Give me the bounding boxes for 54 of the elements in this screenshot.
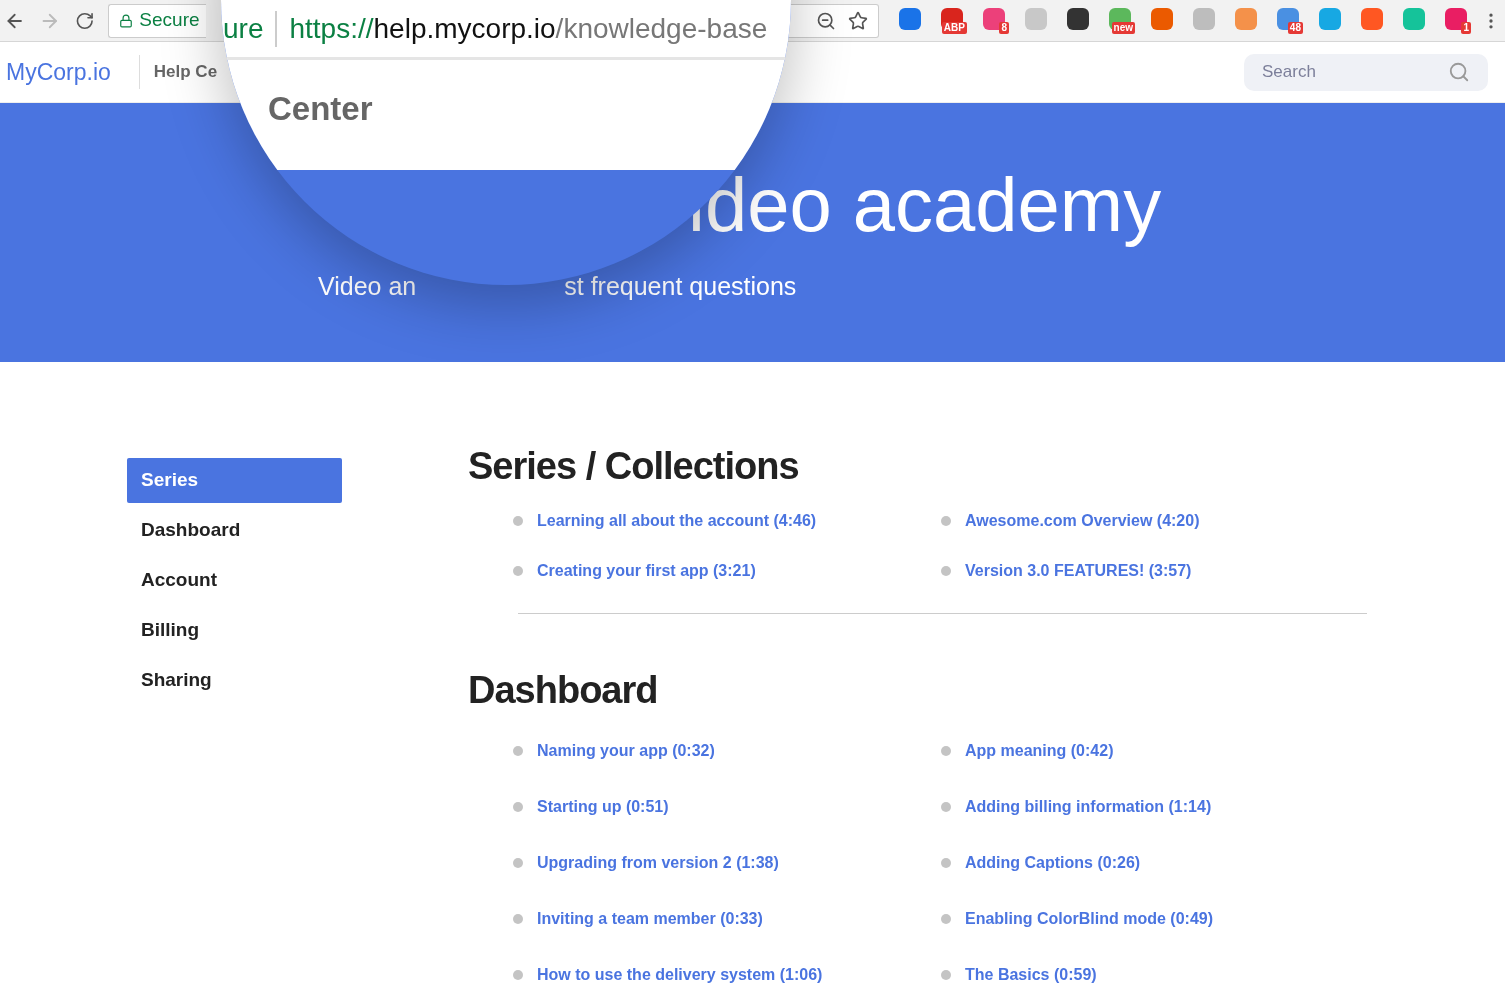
reload-icon[interactable]: [74, 10, 95, 31]
section-title[interactable]: Help Ce: [153, 59, 218, 85]
video-link[interactable]: Enabling ColorBlind mode (0:49): [965, 907, 1213, 931]
extension-icon[interactable]: [1067, 7, 1089, 30]
logo[interactable]: MyCorp.io: [0, 54, 139, 90]
sidebar-item[interactable]: Dashboard: [127, 508, 342, 553]
bullet-icon: [941, 970, 951, 980]
extension-badge: 1: [1461, 21, 1471, 34]
video-link[interactable]: Naming your app (0:32): [537, 739, 715, 763]
bullet-icon: [513, 858, 523, 868]
bullet-icon: [941, 516, 951, 526]
sidebar-item[interactable]: Sharing: [127, 658, 342, 703]
bullet-icon: [513, 566, 523, 576]
search-field[interactable]: Search: [1244, 53, 1488, 91]
video-link[interactable]: App meaning (0:42): [965, 739, 1114, 763]
video-link[interactable]: Upgrading from version 2 (1:38): [537, 851, 779, 875]
bullet-icon: [941, 802, 951, 812]
video-link[interactable]: Creating your first app (3:21): [537, 559, 756, 583]
video-link[interactable]: Inviting a team member (0:33): [537, 907, 763, 931]
sidebar-item[interactable]: Series: [127, 458, 342, 503]
hero-subtitle: st frequent questions: [563, 271, 797, 302]
bookmark-star-icon[interactable]: [848, 10, 868, 31]
search-input[interactable]: Search: [1262, 59, 1448, 85]
bullet-icon: [513, 970, 523, 980]
bullet-icon: [513, 516, 523, 526]
video-link[interactable]: Adding Captions (0:26): [965, 851, 1141, 875]
bullet-icon: [941, 566, 951, 576]
bullet-icon: [941, 858, 951, 868]
video-link[interactable]: Adding billing information (1:14): [965, 795, 1212, 819]
video-link[interactable]: Awesome.com Overview (4:20): [965, 509, 1200, 533]
section-heading: Dashboard: [468, 668, 659, 713]
sidebar-item[interactable]: Account: [127, 558, 342, 603]
section-heading: Series / Collections: [468, 444, 800, 489]
bullet-icon: [941, 914, 951, 924]
hero-subtitle: Video an: [317, 271, 417, 302]
video-link[interactable]: Starting up (0:51): [537, 795, 669, 819]
secure-label: ure: [222, 11, 265, 46]
search-icon[interactable]: [1448, 61, 1470, 83]
bullet-icon: [513, 802, 523, 812]
address-bar[interactable]: Secure: [108, 3, 207, 38]
video-link[interactable]: The Basics (0:59): [965, 963, 1097, 987]
zoom-icon[interactable]: [816, 10, 836, 31]
lock-icon: [119, 13, 134, 28]
bullet-icon: [513, 746, 523, 756]
section-title: Center: [268, 90, 373, 127]
video-link[interactable]: Version 3.0 FEATURES! (3:57): [965, 559, 1192, 583]
bullet-icon: [513, 914, 523, 924]
sidebar-item[interactable]: Billing: [127, 608, 342, 653]
video-link[interactable]: How to use the delivery system (1:06): [537, 963, 823, 987]
url-text[interactable]: https://help.mycorp.io/knowledge-base: [277, 7, 768, 50]
secure-label: Secure: [139, 8, 200, 33]
extension-badge: 8: [999, 21, 1009, 34]
bullet-icon: [941, 746, 951, 756]
video-link[interactable]: Learning all about the account (4:46): [537, 509, 817, 533]
